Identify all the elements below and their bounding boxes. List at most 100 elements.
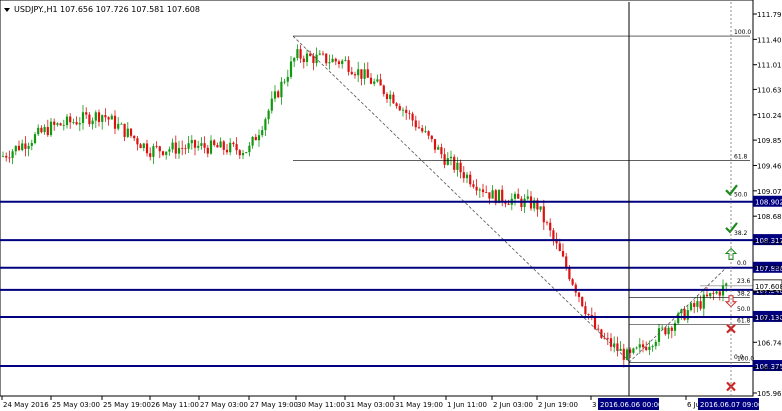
time-highlight-label: 2016.06.07 09:00 <box>700 401 762 409</box>
candle-body <box>21 143 24 151</box>
candle-body <box>101 115 104 122</box>
candle-body <box>296 49 299 58</box>
candle-body <box>453 156 456 170</box>
candle-body <box>184 148 187 150</box>
fib-minor-level-label: 100.0 <box>737 355 754 362</box>
candle-body <box>545 222 549 224</box>
candle-body <box>619 348 622 351</box>
candle-body <box>107 117 110 120</box>
candle-body <box>341 60 344 65</box>
time-axis: 24 May 2016 25 May 03:00 25 May 19:00 26 Ma… <box>1 396 762 410</box>
candle-body <box>232 142 235 145</box>
candle-body <box>526 196 529 199</box>
candle-body <box>712 293 715 294</box>
candle-body <box>709 293 712 297</box>
candle-body <box>597 328 600 330</box>
candle-body <box>75 122 78 125</box>
candle-body <box>686 310 689 320</box>
candle-body <box>190 140 193 144</box>
candle-body <box>136 138 139 145</box>
candle-body <box>725 283 728 286</box>
candle-body <box>443 154 446 165</box>
candle-body <box>238 150 241 156</box>
candle-body <box>488 192 491 199</box>
candle-body <box>449 156 453 159</box>
candle-body <box>657 328 661 342</box>
candle-body <box>350 71 353 75</box>
candle-body <box>568 267 571 280</box>
time-tick: 26 May 11:00 <box>151 401 199 409</box>
candle-body <box>197 145 200 148</box>
candle-body <box>88 114 91 125</box>
candle-body <box>469 174 472 185</box>
candle-body <box>673 323 677 331</box>
candle-body <box>213 140 216 146</box>
candle-body <box>667 327 670 335</box>
candle-body <box>219 141 222 148</box>
candle-body <box>81 112 85 124</box>
price-tick: 106.740 <box>757 339 782 347</box>
candle-body <box>427 131 430 136</box>
candle-body <box>46 127 49 136</box>
candle-body <box>670 327 673 331</box>
candle-body <box>14 145 17 152</box>
price-chart[interactable]: USDJPY.,H1 107.656 107.726 107.581 107.6… <box>0 0 782 411</box>
candle-body <box>693 303 696 307</box>
time-tick: 30 May 11:00 <box>297 401 345 409</box>
price-tick: 108.680 <box>757 213 782 221</box>
candle-body <box>113 115 117 129</box>
candle-body <box>17 145 21 151</box>
candle-body <box>344 60 347 61</box>
candle-body <box>104 115 107 118</box>
time-tick: 2 Jun 03:00 <box>493 401 533 409</box>
candle-body <box>222 141 225 150</box>
candle-body <box>72 122 75 123</box>
candle-body <box>376 79 379 82</box>
price-tick: 105.960 <box>757 390 782 398</box>
candle-body <box>85 112 88 115</box>
candle-body <box>414 120 417 128</box>
candle-body <box>478 189 481 191</box>
candle-body <box>539 206 542 210</box>
candle-body <box>593 317 597 329</box>
candle-body <box>485 192 488 193</box>
candle-body <box>289 61 293 77</box>
candle-body <box>286 76 289 82</box>
candle-body <box>283 81 286 83</box>
candle-body <box>78 123 81 125</box>
candle-body <box>328 62 331 64</box>
candle-body <box>145 143 149 154</box>
candle-body <box>584 306 587 315</box>
candle-body <box>462 172 465 179</box>
price-tick: 111.790 <box>757 11 782 19</box>
candle-body <box>11 151 14 158</box>
fib-minor-level-label: 38.2 <box>737 290 751 297</box>
candle-body <box>549 222 552 231</box>
price-tick: 109.070 <box>757 188 782 196</box>
fib-minor-level-label: 23.6 <box>737 278 751 285</box>
candle-body <box>120 123 123 125</box>
candle-body <box>229 142 232 153</box>
candle-body <box>648 346 651 350</box>
candle-body <box>465 174 469 179</box>
candle-body <box>705 294 709 297</box>
candle-body <box>174 142 177 154</box>
candle-body <box>126 128 129 137</box>
time-tick: 25 May 19:00 <box>103 401 151 409</box>
candle-body <box>97 112 101 122</box>
candle-body <box>456 162 459 170</box>
candle-body <box>437 147 440 150</box>
candle-body <box>110 115 113 120</box>
candle-body <box>49 121 53 136</box>
candle-body <box>401 109 405 111</box>
candle-body <box>446 158 449 165</box>
candle-body <box>702 294 705 309</box>
candle-body <box>632 348 635 353</box>
candle-body <box>405 109 408 113</box>
candle-body <box>139 144 142 149</box>
candle-body <box>433 139 437 150</box>
candle-body <box>334 58 337 62</box>
candle-body <box>293 57 296 62</box>
symbol-label: USDJPY.,H1 <box>14 5 58 14</box>
candle-body <box>574 284 577 293</box>
